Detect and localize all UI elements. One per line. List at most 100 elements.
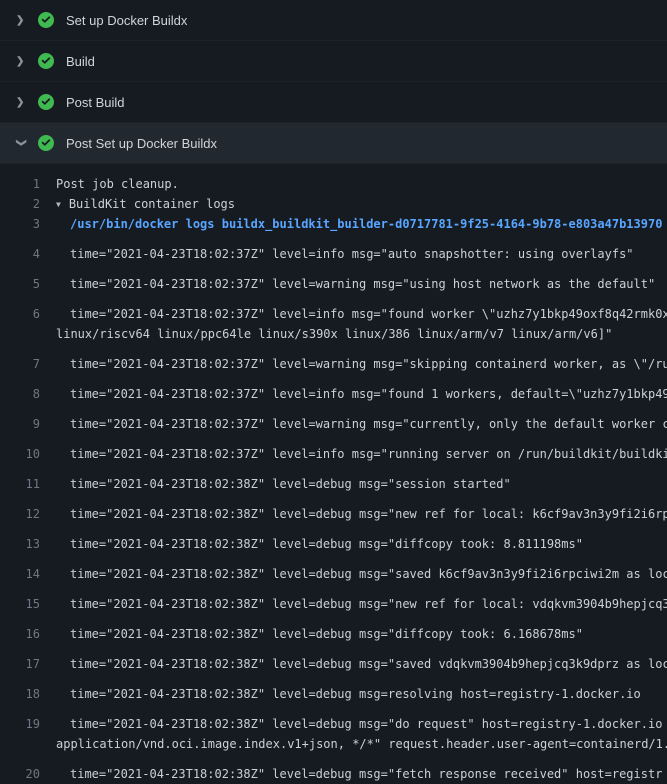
log-line-number[interactable]: 16 (0, 624, 40, 644)
log-line-content: time="2021-04-23T18:02:37Z" level=info m… (70, 447, 667, 461)
log-line-text: time="2021-04-23T18:02:37Z" level=warnin… (56, 274, 667, 294)
log-line-content: /usr/bin/docker logs buildx_buildkit_bui… (70, 217, 662, 231)
log-line-content: BuildKit container logs (69, 197, 235, 211)
log-line-content: time="2021-04-23T18:02:37Z" level=info m… (70, 247, 634, 261)
log-line: 8 time="2021-04-23T18:02:37Z" level=info… (0, 374, 667, 404)
log-line-content: time="2021-04-23T18:02:38Z" level=debug … (70, 767, 662, 781)
check-circle-icon (38, 135, 54, 151)
log-line-text: time="2021-04-23T18:02:37Z" level=info m… (56, 444, 667, 464)
log-line-content: time="2021-04-23T18:02:38Z" level=debug … (70, 627, 583, 641)
step-header[interactable]: ❯ Set up Docker Buildx (0, 0, 667, 41)
log-line-text: time="2021-04-23T18:02:37Z" level=warnin… (56, 414, 667, 434)
log-line-text: time="2021-04-23T18:02:38Z" level=debug … (56, 504, 667, 524)
log-line: 3 /usr/bin/docker logs buildx_buildkit_b… (0, 214, 667, 234)
chevron-icon: ❯ (16, 56, 30, 67)
check-circle-icon (38, 53, 54, 69)
log-line-text: Post job cleanup. (56, 174, 667, 194)
log-line-number[interactable]: 2 (0, 194, 40, 214)
log-line-number[interactable]: 10 (0, 444, 40, 464)
log-line-number[interactable]: 18 (0, 684, 40, 704)
log-line: 15 time="2021-04-23T18:02:38Z" level=deb… (0, 584, 667, 614)
step-title: Post Set up Docker Buildx (66, 136, 217, 151)
log-line-number[interactable]: 8 (0, 384, 40, 404)
log-line-text[interactable]: ▼ BuildKit container logs (56, 194, 667, 214)
log-line-content: time="2021-04-23T18:02:37Z" level=warnin… (70, 357, 667, 371)
log-line-content: time="2021-04-23T18:02:37Z" level=info m… (70, 307, 667, 321)
log-line-number[interactable]: 17 (0, 654, 40, 674)
log-line-number[interactable]: 9 (0, 414, 40, 434)
log-line-text: time="2021-04-23T18:02:38Z" level=debug … (56, 714, 667, 734)
log-line-text: time="2021-04-23T18:02:38Z" level=debug … (56, 564, 667, 584)
step-title: Post Build (66, 95, 125, 110)
log-line: linux/riscv64 linux/ppc64le linux/s390x … (0, 324, 667, 344)
log-line: 12 time="2021-04-23T18:02:38Z" level=deb… (0, 494, 667, 524)
log-line-text: time="2021-04-23T18:02:37Z" level=info m… (56, 384, 667, 404)
log-line-number[interactable]: 4 (0, 244, 40, 264)
chevron-icon: ❯ (16, 97, 30, 108)
log-line-content: time="2021-04-23T18:02:38Z" level=debug … (70, 537, 583, 551)
log-line-text: time="2021-04-23T18:02:38Z" level=debug … (56, 534, 667, 554)
log-line-content: time="2021-04-23T18:02:37Z" level=warnin… (70, 417, 667, 431)
log-line: application/vnd.oci.image.index.v1+json,… (0, 734, 667, 754)
chevron-icon: ❯ (16, 15, 30, 26)
log-line-number[interactable]: 13 (0, 534, 40, 554)
log-line-text: time="2021-04-23T18:02:38Z" level=debug … (56, 474, 667, 494)
chevron-icon: ❯ (16, 138, 27, 152)
log-line-text: application/vnd.oci.image.index.v1+json,… (56, 734, 667, 754)
log-line: 4 time="2021-04-23T18:02:37Z" level=info… (0, 234, 667, 264)
log-line-text: time="2021-04-23T18:02:38Z" level=debug … (56, 684, 667, 704)
log-line-number[interactable]: 11 (0, 474, 40, 494)
log-line: 10 time="2021-04-23T18:02:37Z" level=inf… (0, 434, 667, 464)
log-line: 19 time="2021-04-23T18:02:38Z" level=deb… (0, 704, 667, 734)
log-line-number[interactable]: 3 (0, 214, 40, 234)
log-line-text: time="2021-04-23T18:02:38Z" level=debug … (56, 654, 667, 674)
log-line-content: application/vnd.oci.image.index.v1+json,… (56, 737, 667, 751)
log-line: 20 time="2021-04-23T18:02:38Z" level=deb… (0, 754, 667, 784)
log-line-content: linux/riscv64 linux/ppc64le linux/s390x … (56, 327, 612, 341)
log-line-number[interactable]: 15 (0, 594, 40, 614)
log-line-content: time="2021-04-23T18:02:38Z" level=debug … (70, 597, 667, 611)
log-line-content: time="2021-04-23T18:02:38Z" level=debug … (70, 507, 667, 521)
log-line: 5 time="2021-04-23T18:02:37Z" level=warn… (0, 264, 667, 294)
log-line: 7 time="2021-04-23T18:02:37Z" level=warn… (0, 344, 667, 374)
log-line-content: time="2021-04-23T18:02:38Z" level=debug … (70, 567, 667, 581)
log-line: 2 ▼ BuildKit container logs (0, 194, 667, 214)
log-line-content: time="2021-04-23T18:02:38Z" level=debug … (70, 687, 641, 701)
check-circle-icon (38, 94, 54, 110)
expand-triangle-icon[interactable]: ▼ (56, 195, 61, 214)
job-steps-list: ❯ Set up Docker Buildx ❯ Build ❯ Post Bu (0, 0, 667, 164)
log-line: 9 time="2021-04-23T18:02:37Z" level=warn… (0, 404, 667, 434)
check-circle-icon (38, 12, 54, 28)
log-line-content: time="2021-04-23T18:02:38Z" level=debug … (70, 717, 667, 731)
log-line-number[interactable]: 1 (0, 174, 40, 194)
step-header[interactable]: ❯ Post Set up Docker Buildx (0, 123, 667, 164)
log-line-number[interactable]: 19 (0, 714, 40, 734)
log-line: 1 Post job cleanup. (0, 174, 667, 194)
log-line-number[interactable]: 20 (0, 764, 40, 784)
log-line-text: time="2021-04-23T18:02:37Z" level=info m… (56, 304, 667, 324)
log-line-content: time="2021-04-23T18:02:38Z" level=debug … (70, 477, 511, 491)
log-line-text: time="2021-04-23T18:02:37Z" level=warnin… (56, 354, 667, 374)
log-line-text: time="2021-04-23T18:02:38Z" level=debug … (56, 594, 667, 614)
log-line-number[interactable]: 12 (0, 504, 40, 524)
log-line-text: /usr/bin/docker logs buildx_buildkit_bui… (56, 214, 667, 234)
log-line-content: Post job cleanup. (56, 177, 179, 191)
step-header[interactable]: ❯ Post Build (0, 82, 667, 123)
log-viewer: 1 Post job cleanup. 2 ▼ BuildKit containe… (0, 164, 667, 784)
step-header[interactable]: ❯ Build (0, 41, 667, 82)
log-line-number[interactable]: 7 (0, 354, 40, 374)
log-line-number[interactable]: 14 (0, 564, 40, 584)
log-line-number[interactable]: 5 (0, 274, 40, 294)
log-line-content: time="2021-04-23T18:02:37Z" level=warnin… (70, 277, 655, 291)
log-line-number[interactable]: 6 (0, 304, 40, 324)
log-lines: 1 Post job cleanup. 2 ▼ BuildKit containe… (0, 174, 667, 784)
log-line: 16 time="2021-04-23T18:02:38Z" level=deb… (0, 614, 667, 644)
log-line: 13 time="2021-04-23T18:02:38Z" level=deb… (0, 524, 667, 554)
log-line-text: time="2021-04-23T18:02:37Z" level=info m… (56, 244, 667, 264)
log-line-number[interactable] (0, 324, 40, 344)
log-line-content: time="2021-04-23T18:02:38Z" level=debug … (70, 657, 667, 671)
log-line-text: time="2021-04-23T18:02:38Z" level=debug … (56, 764, 667, 784)
log-line-number[interactable] (0, 734, 40, 754)
log-line: 18 time="2021-04-23T18:02:38Z" level=deb… (0, 674, 667, 704)
log-line: 6 time="2021-04-23T18:02:37Z" level=info… (0, 294, 667, 324)
